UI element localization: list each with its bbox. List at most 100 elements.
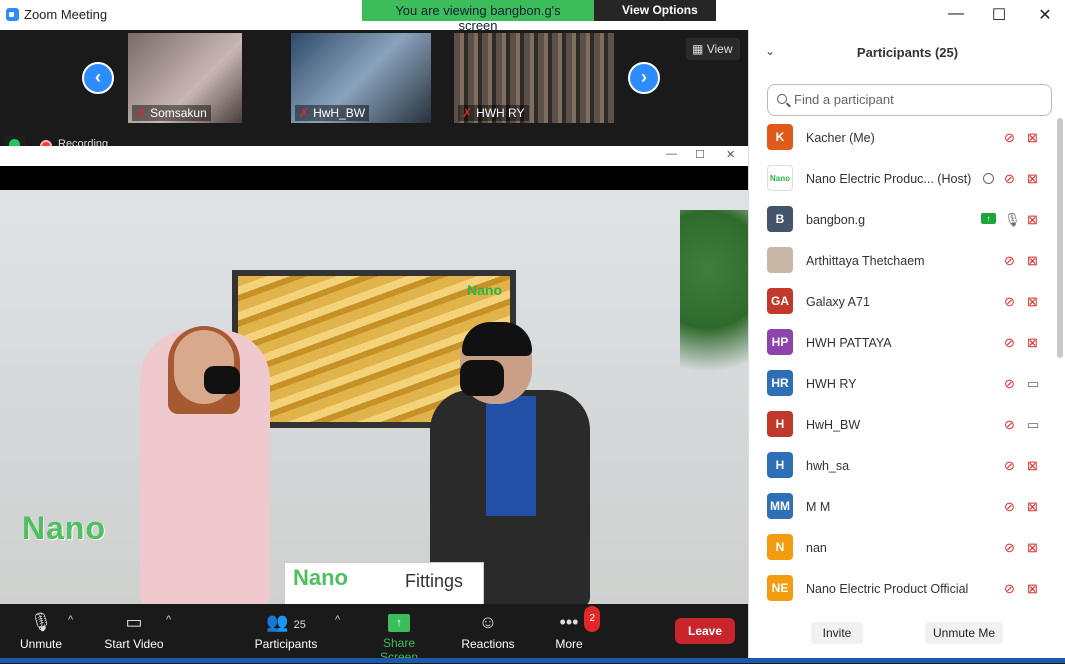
unmute-button[interactable]: 🎙 Unmute — [18, 610, 64, 651]
camera-off-icon: ⊠ — [1027, 458, 1038, 473]
view-options-button[interactable]: View Options ⌄ — [594, 0, 716, 31]
participant-search-placeholder: Find a participant — [794, 92, 894, 107]
participant-row[interactable]: HP HWH PATTAYA ⊘ ⊠ — [749, 323, 1055, 364]
view-options-label: View Options — [622, 3, 698, 17]
mic-muted-icon: ⊘ — [1004, 540, 1015, 555]
view-label: View — [706, 42, 733, 56]
invite-button[interactable]: Invite — [811, 622, 863, 644]
participant-list-scrollbar[interactable] — [1057, 118, 1063, 358]
mic-muted-icon: ⊘ — [1004, 335, 1015, 350]
video-tile[interactable]: ✗ Somsakun — [128, 33, 242, 123]
mic-muted-icon: ⊘ — [1004, 499, 1015, 514]
grid-icon: ▦ — [692, 42, 704, 56]
participant-row[interactable]: GA Galaxy A71 ⊘ ⊠ — [749, 282, 1055, 323]
screen-sharing-icon: ↑ — [981, 213, 996, 224]
participant-row[interactable]: Nano Nano Electric Produc... (Host) ⊘ ⊠ — [749, 159, 1055, 200]
participant-row[interactable]: HR HWH RY ⊘ ▭ — [749, 364, 1055, 405]
avatar: MM — [767, 493, 793, 519]
participant-row[interactable]: NE Nano Electric Product Official ⊘ ⊠ — [749, 569, 1055, 610]
mic-muted-icon: ⊘ — [1004, 130, 1015, 145]
leave-button[interactable]: Leave — [675, 618, 735, 644]
shared-minimize-icon: — — [666, 148, 677, 160]
shared-screen-video: Nano Nano Nano Fittings — [0, 190, 748, 606]
taskbar-strip — [0, 658, 1065, 663]
maximize-button[interactable]: ☐ — [989, 5, 1009, 25]
mic-muted-icon: ⊘ — [1004, 417, 1015, 432]
reactions-icon: ☺ — [478, 612, 498, 632]
participant-name: Nano Electric Product Official — [806, 582, 969, 596]
video-tile-label: ✗ HwH_BW — [295, 105, 370, 121]
participant-row[interactable]: Nnan ⊘ ⊠ — [749, 528, 1055, 569]
participant-name: HWH PATTAYA — [806, 336, 892, 350]
participant-row[interactable]: Arthittaya Thetchaem ⊘ ⊠ — [749, 241, 1055, 282]
participant-row[interactable]: Hhwh_sa ⊘ ⊠ — [749, 446, 1055, 487]
unmute-label: Unmute — [19, 637, 63, 651]
participant-name: bangbon.g — [806, 213, 866, 227]
mic-muted-icon: ⊘ — [1004, 376, 1015, 391]
shared-maximize-icon: ☐ — [695, 149, 705, 161]
participant-name: HwH_BW — [806, 418, 861, 432]
fittings-sign-word: Fittings — [405, 571, 464, 591]
participant-search-input[interactable]: Find a participant — [767, 84, 1052, 116]
previous-page-arrow-icon[interactable]: ‹ — [82, 62, 114, 94]
avatar: H — [767, 452, 793, 478]
share-screen-button[interactable]: ↑ Share Screen — [364, 610, 434, 664]
video-tile-label: ✗ Somsakun — [132, 105, 211, 121]
reactions-button[interactable]: ☺ Reactions — [460, 610, 516, 651]
mic-muted-icon: ⊘ — [1004, 458, 1015, 473]
fittings-sign: Nano Fittings — [284, 562, 484, 606]
avatar: HP — [767, 329, 793, 355]
tile-name: HWH RY — [476, 106, 525, 120]
participant-row[interactable]: MM M M ⊘ ⊠ — [749, 487, 1055, 528]
title-bar: Zoom Meeting You are viewing bangbon.g's… — [0, 0, 1065, 33]
video-tile[interactable]: ✗ HwH_BW — [291, 33, 431, 123]
window-title: Zoom Meeting — [24, 7, 108, 22]
meeting-toolbar: 🎙 Unmute ^ ▭ Start Video ^ 👥 25 Particip… — [0, 604, 748, 664]
tile-name: HwH_BW — [313, 106, 366, 120]
avatar: HR — [767, 370, 793, 396]
participant-name: hwh_sa — [806, 459, 850, 473]
mic-muted-icon: ✗ — [136, 106, 147, 120]
participant-name: Kacher (Me) — [806, 131, 875, 145]
participants-label: Participants — [254, 637, 318, 651]
share-screen-icon: ↑ — [388, 614, 410, 632]
share-banner-text: You are viewing bangbon.g's screen — [362, 0, 594, 33]
unmute-me-button[interactable]: Unmute Me — [925, 622, 1003, 644]
start-video-button[interactable]: ▭ Start Video — [102, 610, 166, 651]
participants-caret-icon[interactable]: ^ — [335, 614, 340, 626]
participant-list: K Kacher (Me) ⊘ ⊠ Nano Nano Electric Produc..… — [749, 118, 1055, 610]
view-button[interactable]: ▦ View — [686, 38, 740, 60]
close-button[interactable]: ✕ — [1035, 5, 1055, 25]
video-options-caret-icon[interactable]: ^ — [166, 614, 171, 626]
avatar — [767, 247, 793, 273]
shared-letterbox — [0, 166, 748, 192]
camera-off-icon: ⊠ — [1027, 540, 1038, 555]
more-button[interactable]: ••• 2 More — [552, 606, 600, 651]
tile-name: Somsakun — [150, 106, 207, 120]
tv-brand: Nano — [467, 282, 502, 298]
reactions-label: Reactions — [461, 637, 515, 651]
avatar: N — [767, 534, 793, 560]
participants-panel-title: Participants (25) — [856, 45, 959, 60]
video-strip: ‹ ✗ Somsakun ✗ HwH_BW ✗ HWH RY › ▦ View — [0, 30, 748, 132]
participant-row[interactable]: Bbangbon.g ↑ 🎙 ⊠ — [749, 200, 1055, 241]
participants-icon: 👥 25 — [266, 612, 306, 632]
more-icon: ••• 2 — [552, 606, 600, 634]
next-page-arrow-icon[interactable]: › — [628, 62, 660, 94]
participant-row[interactable]: H HwH_BW ⊘ ▭ — [749, 405, 1055, 446]
minimize-button[interactable]: — — [946, 5, 966, 23]
participant-name: nan — [806, 541, 827, 555]
video-tile-label: ✗ HWH RY — [458, 105, 529, 121]
audio-options-caret-icon[interactable]: ^ — [68, 614, 73, 626]
video-tile[interactable]: ✗ HWH RY — [454, 33, 614, 123]
participant-name: Galaxy A71 — [806, 295, 870, 309]
presenter-right-mask — [460, 360, 504, 396]
participant-name: M M — [806, 500, 831, 514]
start-video-label: Start Video — [104, 637, 164, 651]
participants-button[interactable]: 👥 25 Participants — [252, 610, 320, 651]
search-icon — [777, 94, 787, 104]
participant-row[interactable]: K Kacher (Me) ⊘ ⊠ — [749, 118, 1055, 159]
camera-on-icon: ▭ — [1027, 417, 1040, 432]
mic-muted-icon: 🎙 — [29, 612, 53, 632]
mic-muted-icon: ⊘ — [1004, 253, 1015, 268]
